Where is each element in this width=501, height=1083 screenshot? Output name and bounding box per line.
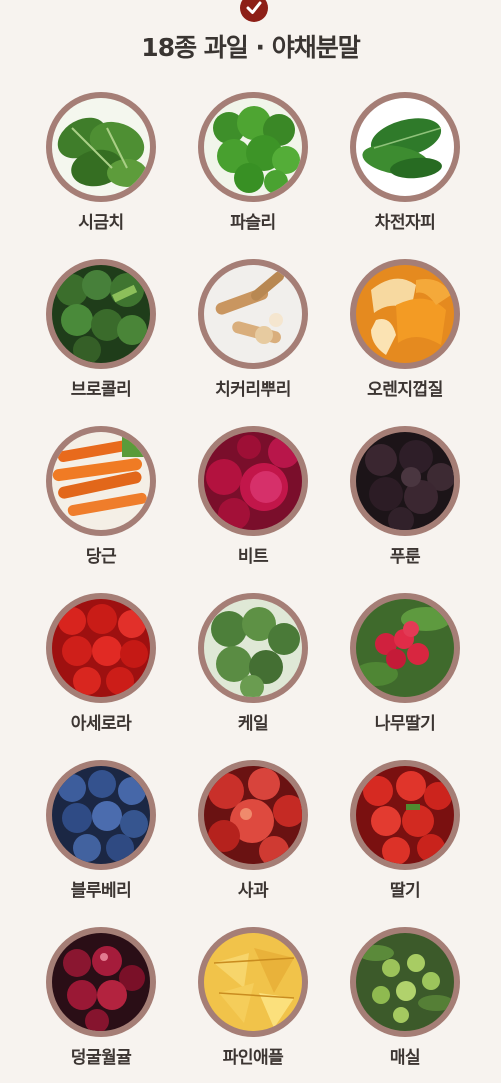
- ingredient-label: 케일: [237, 714, 269, 734]
- ingredient-label: 사과: [237, 881, 269, 901]
- ingredient-label: 당근: [85, 547, 117, 567]
- ingredient-item: 아세로라: [31, 593, 171, 749]
- carrot-icon: [52, 432, 150, 530]
- psyllium-icon: [356, 98, 454, 196]
- ingredient-label: 딸기: [389, 881, 421, 901]
- ingredient-photo-frame: [350, 259, 460, 369]
- prune-icon: [356, 432, 454, 530]
- ingredient-item: 파슬리: [183, 92, 323, 248]
- ingredient-label: 브로콜리: [70, 380, 132, 400]
- check-circle-icon: [240, 0, 268, 22]
- ingredient-label: 블루베리: [70, 881, 132, 901]
- ingredient-label: 오렌지껍질: [367, 380, 443, 400]
- ingredient-photo-frame: [46, 259, 156, 369]
- ingredient-item: 나무딸기: [335, 593, 475, 749]
- ingredient-item: 매실: [335, 927, 475, 1083]
- ingredient-label: 시금치: [78, 213, 124, 233]
- page-title: 18종 과일 · 야채분말: [141, 33, 360, 62]
- ingredient-photo-frame: [198, 927, 308, 1037]
- ingredient-photo-frame: [350, 760, 460, 870]
- ingredient-item: 블루베리: [31, 760, 171, 916]
- ingredient-item: 덩굴월귤: [31, 927, 171, 1083]
- ingredient-photo-frame: [350, 426, 460, 536]
- ingredient-label: 파슬리: [230, 213, 276, 233]
- ingredient-item: 딸기: [335, 760, 475, 916]
- orange-peel-icon: [356, 265, 454, 363]
- ingredient-item: 시금치: [31, 92, 171, 248]
- cranberry-icon: [52, 933, 150, 1031]
- ingredient-item: 차전자피: [335, 92, 475, 248]
- blueberry-icon: [52, 766, 150, 864]
- strawberry-icon: [356, 766, 454, 864]
- parsley-icon: [204, 98, 302, 196]
- ingredient-item: 케일: [183, 593, 323, 749]
- ingredient-photo-frame: [350, 927, 460, 1037]
- ingredient-label: 나무딸기: [374, 714, 436, 734]
- acerola-icon: [52, 599, 150, 697]
- broccoli-icon: [52, 265, 150, 363]
- ingredient-label: 아세로라: [70, 714, 132, 734]
- ingredient-item: 브로콜리: [31, 259, 171, 415]
- ingredient-label: 매실: [389, 1048, 421, 1068]
- apple-icon: [204, 766, 302, 864]
- ingredient-label: 덩굴월귤: [70, 1048, 132, 1068]
- plum-icon: [356, 933, 454, 1031]
- ingredient-item: 오렌지껍질: [335, 259, 475, 415]
- ingredient-photo-frame: [198, 593, 308, 703]
- ingredient-photo-frame: [46, 927, 156, 1037]
- ingredient-label: 파인애플: [222, 1048, 284, 1068]
- ingredient-item: 사과: [183, 760, 323, 916]
- ingredient-label: 치커리뿌리: [215, 380, 291, 400]
- ingredient-item: 푸룬: [335, 426, 475, 582]
- ingredient-item: 당근: [31, 426, 171, 582]
- pineapple-icon: [204, 933, 302, 1031]
- ingredient-item: 파인애플: [183, 927, 323, 1083]
- beet-icon: [204, 432, 302, 530]
- chicory-root-icon: [204, 265, 302, 363]
- ingredient-photo-frame: [46, 426, 156, 536]
- ingredient-label: 비트: [237, 547, 269, 567]
- ingredient-photo-frame: [46, 760, 156, 870]
- ingredient-photo-frame: [198, 426, 308, 536]
- ingredient-item: 비트: [183, 426, 323, 582]
- ingredient-label: 푸룬: [389, 547, 421, 567]
- ingredient-photo-frame: [198, 760, 308, 870]
- ingredient-photo-frame: [350, 92, 460, 202]
- ingredient-item: 치커리뿌리: [183, 259, 323, 415]
- ingredient-photo-frame: [198, 92, 308, 202]
- spinach-icon: [52, 98, 150, 196]
- ingredient-photo-frame: [350, 593, 460, 703]
- ingredient-photo-frame: [46, 593, 156, 703]
- raspberry-icon: [356, 599, 454, 697]
- ingredient-label: 차전자피: [374, 213, 436, 233]
- kale-icon: [204, 599, 302, 697]
- ingredient-photo-frame: [46, 92, 156, 202]
- ingredient-photo-frame: [198, 259, 308, 369]
